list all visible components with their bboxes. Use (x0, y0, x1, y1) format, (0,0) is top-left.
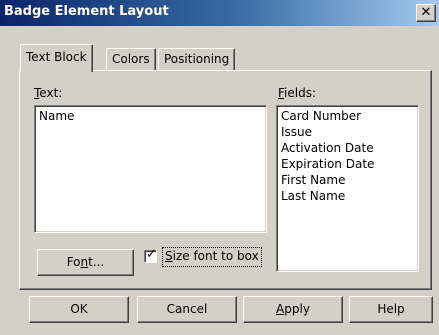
list-item[interactable]: Activation Date (281, 141, 374, 155)
ok-button[interactable]: OK (29, 296, 129, 323)
size-font-label[interactable]: Size font to box (162, 247, 262, 267)
tab-text-block[interactable]: Text Block (20, 44, 93, 72)
list-item[interactable]: Issue (281, 125, 312, 139)
tab-label: Text Block (26, 50, 87, 64)
text-label: Text: (34, 86, 63, 100)
fields-label: Fields: (278, 86, 316, 100)
tab-colors[interactable]: Colors (106, 48, 156, 70)
tab-label: Positioning (164, 52, 230, 66)
list-item[interactable]: Card Number (281, 109, 361, 123)
list-item[interactable]: Expiration Date (281, 157, 374, 171)
apply-button[interactable]: Apply (243, 296, 343, 323)
dialog-window: Badge Element Layout ✕ Text Block Colors… (0, 0, 439, 335)
checkmark-icon: ✓ (146, 247, 157, 262)
size-font-checkbox[interactable]: ✓ (144, 247, 157, 263)
text-value: Name (39, 109, 75, 123)
font-button[interactable]: Font... (37, 249, 134, 276)
cancel-button[interactable]: Cancel (137, 296, 237, 323)
close-icon[interactable]: ✕ (416, 4, 436, 22)
help-button[interactable]: Help (349, 296, 433, 323)
list-item[interactable]: Last Name (281, 189, 345, 203)
tab-label: Colors (112, 52, 150, 66)
list-item[interactable]: First Name (281, 173, 345, 187)
fields-list[interactable]: Card Number Issue Activation Date Expira… (276, 105, 419, 272)
title-bar[interactable]: Badge Element Layout ✕ (0, 0, 439, 26)
window-title: Badge Element Layout (4, 4, 169, 19)
text-input[interactable]: Name (34, 105, 267, 233)
tab-positioning[interactable]: Positioning (158, 48, 236, 70)
